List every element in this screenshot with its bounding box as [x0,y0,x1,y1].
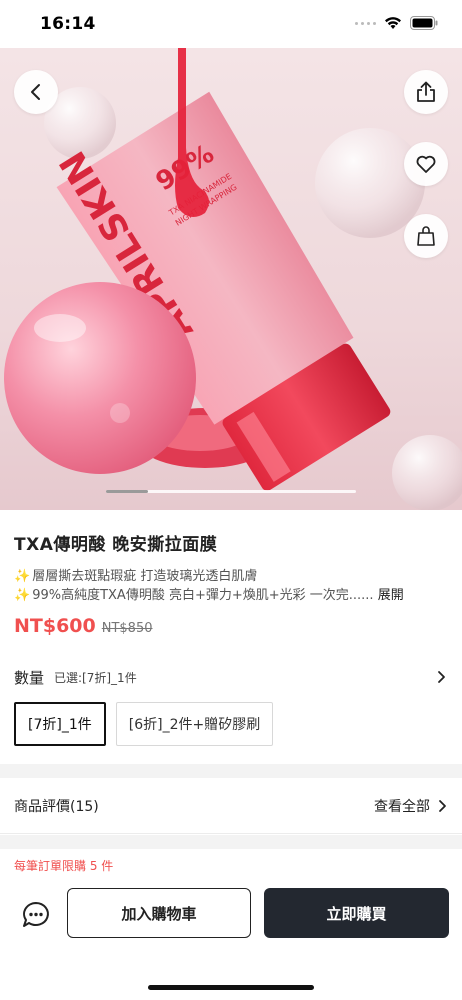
variant-options: [7折]_1件 [6折]_2件+贈矽膠刷 [14,702,274,746]
quantity-selected-text: 已選:[7折]_1件 [54,670,137,685]
sparkle-icon: ✨ [14,588,31,603]
product-image[interactable]: APRILSKIN 99% TXA NIACINAMIDE NIGHT WRAP… [0,48,462,510]
chevron-right-icon [439,799,446,812]
home-indicator [148,985,314,990]
buy-now-button[interactable]: 立即購買 [264,888,449,938]
heart-icon [416,155,436,173]
status-time: 16:14 [40,14,96,34]
reviews-label: 商品評價(15) [14,798,99,815]
chat-button[interactable] [20,899,52,931]
quantity-label: 數量 [14,668,45,687]
view-all-reviews-link[interactable]: 查看全部 [374,796,448,816]
wifi-icon [385,17,401,29]
product-description: ✨ 層層撕去斑點瑕疵 打造玻璃光透白肌膚 ✨ 99%高純度TXA傳明酸 亮白+彈力+… [14,567,448,605]
price-row: NT$600 NT$850 [14,615,448,637]
chat-bubble-icon [23,902,49,927]
share-button[interactable] [404,70,448,114]
status-bar: 16:14 [0,0,462,48]
section-divider [0,764,462,778]
image-pager [106,490,356,493]
sparkle-icon: ✨ [14,569,31,584]
battery-icon [410,16,438,30]
bottom-action-bar: 每筆訂單限購 5 件 加入購物車 立即購買 [0,849,462,1000]
original-price: NT$850 [101,621,153,636]
expand-link[interactable]: 展開 [378,588,404,603]
shopping-bag-icon [417,226,435,246]
quantity-selector-row[interactable]: 數量 已選:[7折]_1件 [14,666,448,688]
purchase-limit-note: 每筆訂單限購 5 件 [14,859,114,873]
favorite-button[interactable] [404,142,448,186]
product-title: TXA傳明酸 晚安撕拉面膜 [14,535,218,555]
back-button[interactable] [14,70,58,114]
status-icons [355,16,438,30]
cart-button[interactable] [404,214,448,258]
variant-option-2[interactable]: [6折]_2件+贈矽膠刷 [115,702,274,746]
description-line: ✨ 層層撕去斑點瑕疵 打造玻璃光透白肌膚 [14,569,258,584]
product-photo: APRILSKIN 99% TXA NIACINAMIDE NIGHT WRAP… [0,48,462,510]
share-icon [417,81,435,102]
chevron-right-icon [438,671,445,683]
reviews-row[interactable]: 商品評價(15) 查看全部 [0,778,462,834]
image-pager-active [106,490,148,493]
section-divider [0,835,462,849]
chevron-left-icon [31,84,40,100]
variant-option-1[interactable]: [7折]_1件 [14,702,106,746]
description-line: ✨ 99%高純度TXA傳明酸 亮白+彈力+煥肌+光彩 一次完...... 展開 [14,588,404,603]
product-info: TXA傳明酸 晚安撕拉面膜 ✨ 層層撕去斑點瑕疵 打造玻璃光透白肌膚 ✨ 99%高純… [0,510,462,637]
add-to-cart-button[interactable]: 加入購物車 [67,888,251,938]
sale-price: NT$600 [14,615,96,637]
cellular-signal-icon [355,21,376,25]
